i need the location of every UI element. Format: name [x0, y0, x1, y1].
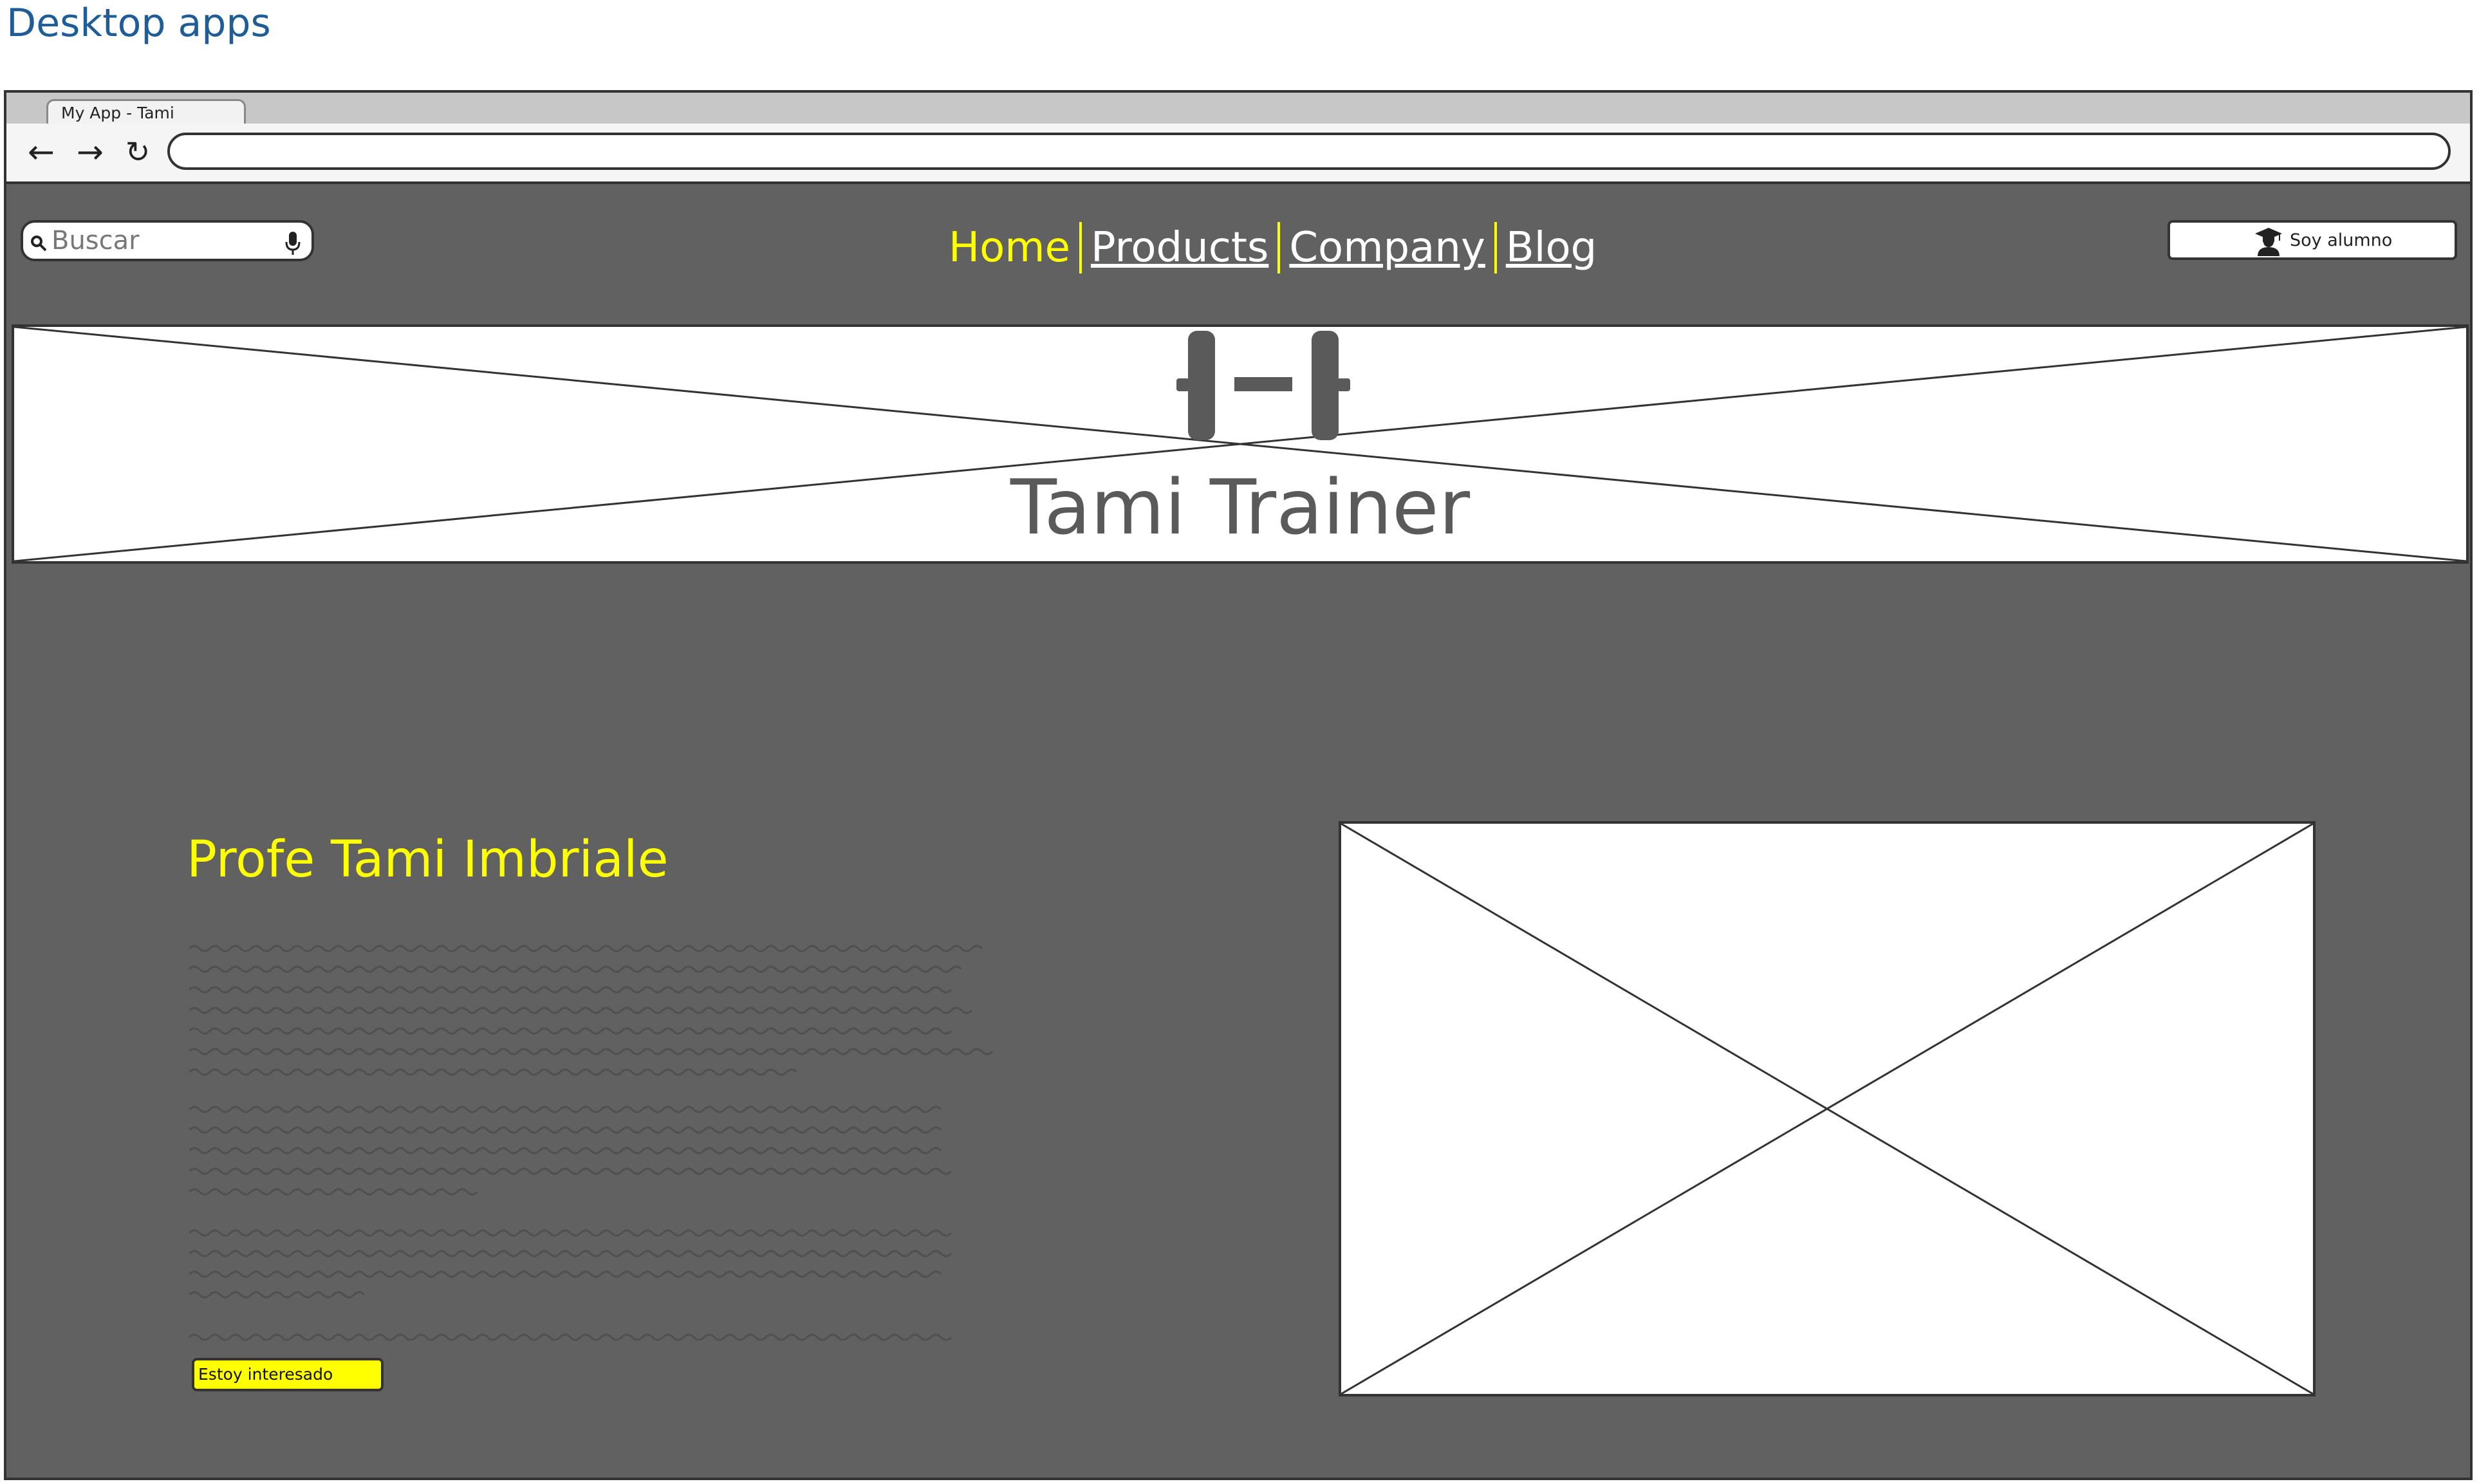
- browser-window: My App - Tami Imbriale ← → ↻ Buscar Home…: [4, 90, 2473, 1480]
- browser-toolbar: ← → ↻: [6, 124, 2470, 184]
- nav-home[interactable]: Home: [940, 222, 1079, 274]
- nav-blog[interactable]: Blog: [1497, 222, 1606, 274]
- section-title: Desktop apps: [6, 1, 271, 46]
- search-placeholder: Buscar: [51, 226, 140, 255]
- dumbbell-icon: [1176, 331, 1350, 440]
- page-content: Buscar Home Products Company Blog Soy al…: [6, 184, 2470, 1478]
- graduate-icon: [2255, 228, 2282, 256]
- scribble-text: [188, 945, 994, 1076]
- scribble-text: [188, 1229, 952, 1299]
- placeholder-paragraph: [188, 943, 1013, 1081]
- microphone-icon[interactable]: [284, 230, 301, 256]
- forward-arrow-icon[interactable]: →: [71, 133, 109, 171]
- main-nav: Home Products Company Blog: [940, 219, 1606, 277]
- address-bar[interactable]: [167, 133, 2451, 170]
- hero-title: Profe Tami Imbriale: [187, 831, 669, 889]
- hero-image: [1339, 821, 2316, 1396]
- placeholder-paragraph: [188, 1332, 1013, 1348]
- banner-title: Tami Trainer: [1010, 463, 1471, 552]
- nav-company[interactable]: Company: [1280, 222, 1494, 274]
- image-placeholder-cross: [1341, 822, 2314, 1395]
- placeholder-paragraph: [188, 1228, 1013, 1308]
- banner-image: Tami Trainer: [12, 324, 2469, 564]
- student-button-label: Soy alumno: [2290, 230, 2393, 250]
- scribble-text: [188, 1106, 952, 1196]
- student-login-button[interactable]: Soy alumno: [2168, 220, 2457, 260]
- search-icon: [31, 236, 47, 252]
- back-arrow-icon[interactable]: ←: [22, 133, 60, 171]
- interested-button[interactable]: Estoy interesado: [192, 1358, 384, 1391]
- placeholder-paragraph: [188, 1104, 1013, 1203]
- scribble-text: [188, 1333, 952, 1341]
- nav-products[interactable]: Products: [1082, 222, 1277, 274]
- browser-tab[interactable]: My App - Tami Imbriale: [46, 99, 246, 147]
- reload-icon[interactable]: ↻: [118, 133, 157, 171]
- tab-bar: My App - Tami Imbriale: [6, 93, 2470, 147]
- search-input[interactable]: Buscar: [21, 220, 314, 261]
